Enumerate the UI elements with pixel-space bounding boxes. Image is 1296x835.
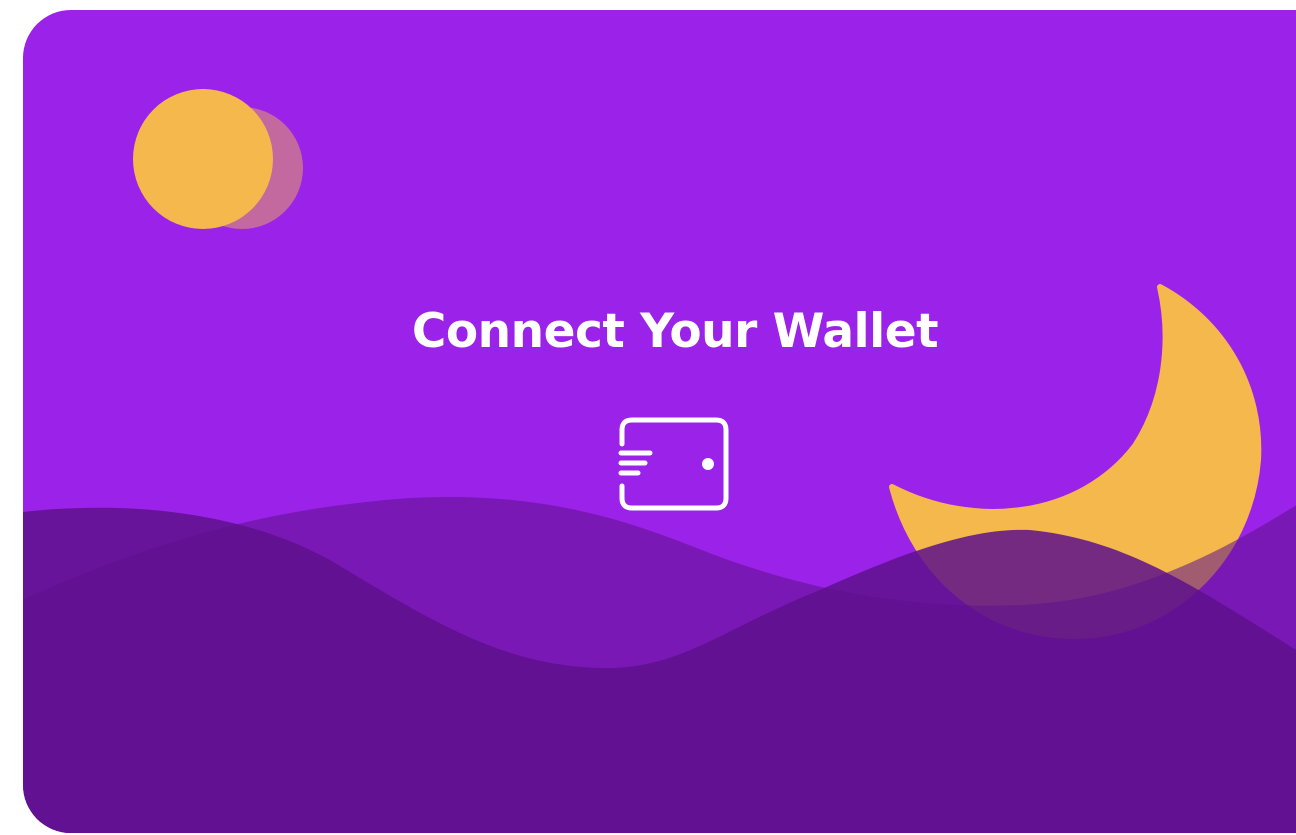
page-title: Connect Your Wallet bbox=[411, 304, 939, 359]
wallet-icon bbox=[618, 417, 729, 511]
sun-shape bbox=[133, 89, 273, 229]
connect-wallet-button[interactable] bbox=[608, 410, 738, 516]
